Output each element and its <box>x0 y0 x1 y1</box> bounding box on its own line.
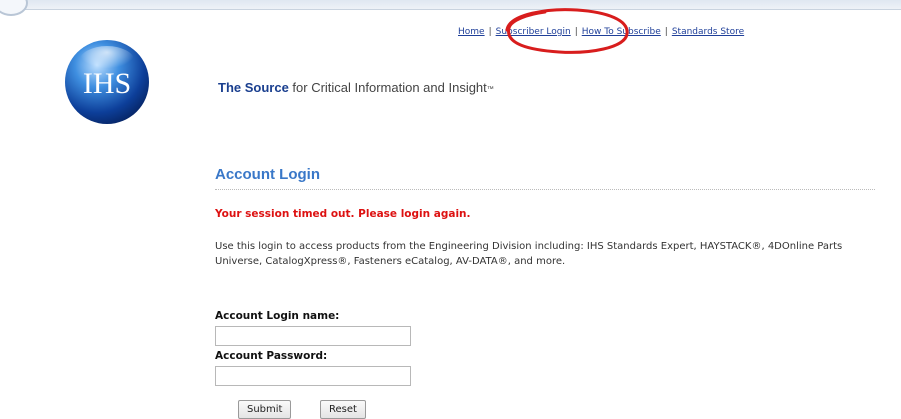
submit-button[interactable]: Submit <box>238 400 292 419</box>
tagline-text: for Critical Information and Insight <box>288 80 487 95</box>
tagline-brand: The Source <box>218 80 289 95</box>
nav-standards-store-link[interactable]: Standards Store <box>672 27 744 37</box>
browser-chrome-edge <box>0 0 901 16</box>
password-label: Account Password: <box>215 350 328 362</box>
login-description: Use this login to access products from t… <box>215 241 843 267</box>
password-input[interactable] <box>215 366 411 386</box>
tagline: The Source for Critical Information and … <box>218 80 494 95</box>
trademark-symbol: ™ <box>486 86 494 93</box>
logo-text: IHS <box>83 67 131 100</box>
ihs-logo: IHS <box>65 40 149 124</box>
login-name-input[interactable] <box>215 326 411 346</box>
reset-button[interactable]: Reset <box>320 400 366 419</box>
nav-separator: | <box>664 27 668 37</box>
nav-separator: | <box>488 27 492 37</box>
red-annotation-circle <box>505 8 629 54</box>
session-timeout-error: Your session timed out. Please login aga… <box>215 208 471 220</box>
browser-tab-edge <box>0 0 28 16</box>
login-name-label: Account Login name: <box>215 310 340 322</box>
nav-home-link[interactable]: Home <box>458 27 485 37</box>
title-divider <box>215 189 875 190</box>
page-title: Account Login <box>215 166 320 183</box>
